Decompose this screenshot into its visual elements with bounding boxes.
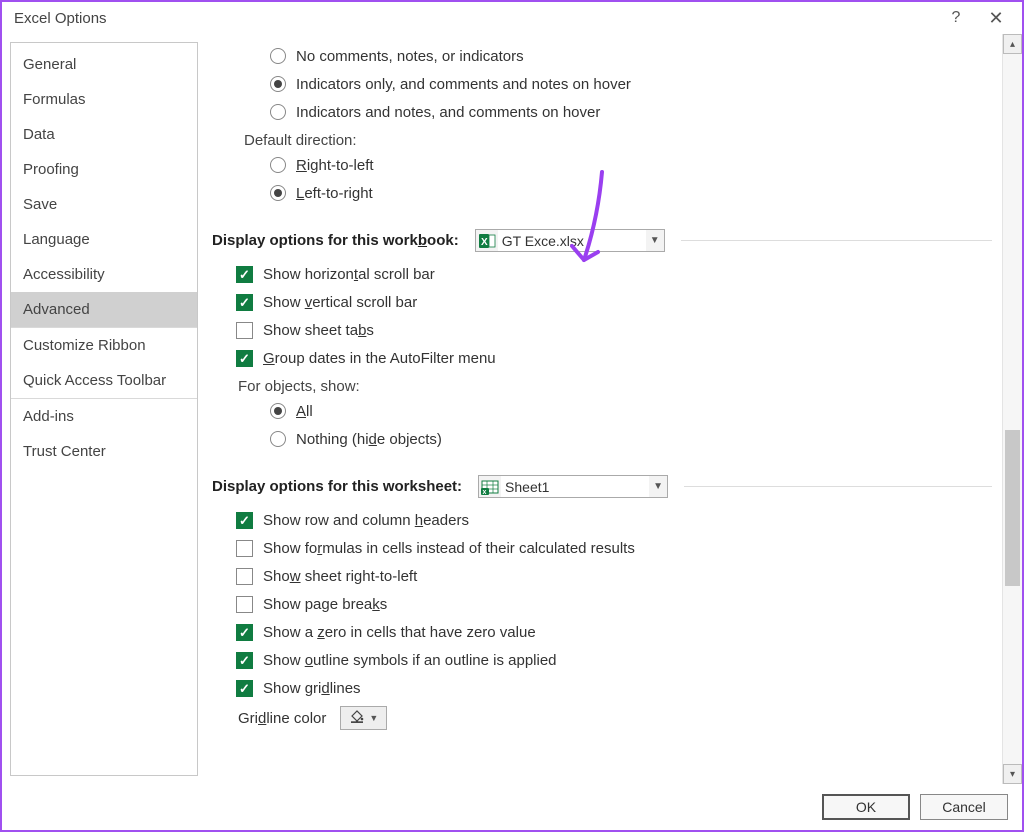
radio-icon: [270, 431, 286, 447]
radio-label: Nothing (hide objects): [296, 431, 442, 448]
checkbox-h-scroll[interactable]: Show horizontal scroll bar: [236, 260, 1000, 288]
checkbox-label: Show formulas in cells instead of their …: [263, 540, 635, 557]
checkbox-icon: [236, 680, 253, 697]
checkbox-group-dates[interactable]: Group dates in the AutoFilter menu: [236, 344, 1000, 372]
checkbox-icon: [236, 624, 253, 641]
checkbox-outline-symbols[interactable]: Show outline symbols if an outline is ap…: [236, 646, 1000, 674]
checkbox-icon: [236, 568, 253, 585]
scrollbar-thumb[interactable]: [1005, 430, 1020, 586]
checkbox-icon: [236, 540, 253, 557]
radio-icon: [270, 157, 286, 173]
radio-no-comments[interactable]: No comments, notes, or indicators: [270, 42, 1000, 70]
checkbox-label: Show outline symbols if an outline is ap…: [263, 652, 557, 669]
sidebar-item-accessibility[interactable]: Accessibility: [11, 257, 197, 292]
worksheet-dropdown-value: Sheet1: [501, 476, 649, 497]
checkbox-icon: [236, 512, 253, 529]
scroll-down-arrow-icon[interactable]: ▾: [1003, 764, 1022, 784]
sidebar-item-formulas[interactable]: Formulas: [11, 82, 197, 117]
checkbox-label: Show sheet tabs: [263, 322, 374, 339]
radio-icon: [270, 185, 286, 201]
worksheet-icon: x: [479, 477, 501, 497]
svg-text:X: X: [481, 237, 488, 248]
section-workbook-label: Display options for this workbook:: [212, 232, 459, 249]
checkbox-row-col-headers[interactable]: Show row and column headers: [236, 506, 1000, 534]
checkbox-label: Show gridlines: [263, 680, 361, 697]
sidebar: General Formulas Data Proofing Save Lang…: [10, 42, 198, 776]
vertical-scrollbar[interactable]: ▴ ▾: [1002, 34, 1022, 784]
ok-button[interactable]: OK: [822, 794, 910, 820]
gridline-color-button[interactable]: ▼: [340, 706, 387, 730]
sidebar-item-proofing[interactable]: Proofing: [11, 152, 197, 187]
radio-rtl[interactable]: Right-to-left: [270, 151, 1000, 179]
window-title: Excel Options: [14, 10, 936, 27]
radio-icon: [270, 76, 286, 92]
checkbox-label: Show page breaks: [263, 596, 387, 613]
sidebar-item-language[interactable]: Language: [11, 222, 197, 257]
checkbox-gridlines[interactable]: Show gridlines: [236, 674, 1000, 702]
scrollbar-track[interactable]: [1003, 54, 1022, 764]
checkbox-sheet-rtl[interactable]: Show sheet right-to-left: [236, 562, 1000, 590]
sidebar-item-data[interactable]: Data: [11, 117, 197, 152]
excel-file-icon: X: [476, 231, 498, 251]
checkbox-label: Group dates in the AutoFilter menu: [263, 350, 496, 367]
checkbox-label: Show a zero in cells that have zero valu…: [263, 624, 536, 641]
titlebar: Excel Options ? ✕: [2, 2, 1022, 34]
sidebar-item-advanced[interactable]: Advanced: [11, 292, 197, 327]
radio-objects-nothing[interactable]: Nothing (hide objects): [270, 425, 1000, 453]
checkbox-page-breaks[interactable]: Show page breaks: [236, 590, 1000, 618]
checkbox-sheet-tabs[interactable]: Show sheet tabs: [236, 316, 1000, 344]
sidebar-item-quick-access-toolbar[interactable]: Quick Access Toolbar: [11, 363, 197, 398]
radio-indicators-and-notes[interactable]: Indicators and notes, and comments on ho…: [270, 98, 1000, 126]
default-direction-label: Default direction:: [244, 132, 1000, 149]
content-pane: No comments, notes, or indicators Indica…: [198, 34, 1022, 784]
sidebar-item-general[interactable]: General: [11, 47, 197, 82]
radio-label: No comments, notes, or indicators: [296, 48, 524, 65]
paint-bucket-icon: [349, 709, 365, 727]
radio-icon: [270, 403, 286, 419]
scroll-up-arrow-icon[interactable]: ▴: [1003, 34, 1022, 54]
chevron-down-icon: ▼: [369, 713, 378, 723]
checkbox-icon: [236, 652, 253, 669]
checkbox-zero-values[interactable]: Show a zero in cells that have zero valu…: [236, 618, 1000, 646]
radio-icon: [270, 104, 286, 120]
sidebar-item-save[interactable]: Save: [11, 187, 197, 222]
for-objects-label: For objects, show:: [238, 378, 1000, 395]
checkbox-icon: [236, 294, 253, 311]
radio-label: Indicators and notes, and comments on ho…: [296, 104, 600, 121]
chevron-down-icon: ▼: [649, 481, 667, 492]
checkbox-icon: [236, 266, 253, 283]
radio-label: All: [296, 403, 313, 420]
section-worksheet-label: Display options for this worksheet:: [212, 478, 462, 495]
radio-ltr[interactable]: Left-to-right: [270, 179, 1000, 207]
checkbox-label: Show vertical scroll bar: [263, 294, 417, 311]
checkbox-icon: [236, 350, 253, 367]
checkbox-label: Show row and column headers: [263, 512, 469, 529]
radio-indicators-only[interactable]: Indicators only, and comments and notes …: [270, 70, 1000, 98]
cancel-button[interactable]: Cancel: [920, 794, 1008, 820]
radio-label: Indicators only, and comments and notes …: [296, 76, 631, 93]
help-button[interactable]: ?: [936, 2, 976, 34]
checkbox-icon: [236, 322, 253, 339]
gridline-color-label: Gridline color: [238, 710, 326, 727]
sidebar-item-trust-center[interactable]: Trust Center: [11, 434, 197, 469]
checkbox-show-formulas[interactable]: Show formulas in cells instead of their …: [236, 534, 1000, 562]
sidebar-item-add-ins[interactable]: Add-ins: [11, 399, 197, 434]
workbook-dropdown[interactable]: X GT Exce.xlsx ▼: [475, 229, 665, 252]
radio-label: Right-to-left: [296, 157, 374, 174]
checkbox-v-scroll[interactable]: Show vertical scroll bar: [236, 288, 1000, 316]
checkbox-label: Show sheet right-to-left: [263, 568, 417, 585]
sidebar-item-customize-ribbon[interactable]: Customize Ribbon: [11, 328, 197, 363]
checkbox-label: Show horizontal scroll bar: [263, 266, 435, 283]
chevron-down-icon: ▼: [646, 235, 664, 246]
close-button[interactable]: ✕: [976, 2, 1016, 34]
worksheet-dropdown[interactable]: x Sheet1 ▼: [478, 475, 668, 498]
checkbox-icon: [236, 596, 253, 613]
svg-text:x: x: [483, 489, 487, 495]
radio-icon: [270, 48, 286, 64]
workbook-dropdown-value: GT Exce.xlsx: [498, 230, 646, 251]
radio-objects-all[interactable]: All: [270, 397, 1000, 425]
footer: OK Cancel: [2, 784, 1022, 830]
radio-label: Left-to-right: [296, 185, 373, 202]
